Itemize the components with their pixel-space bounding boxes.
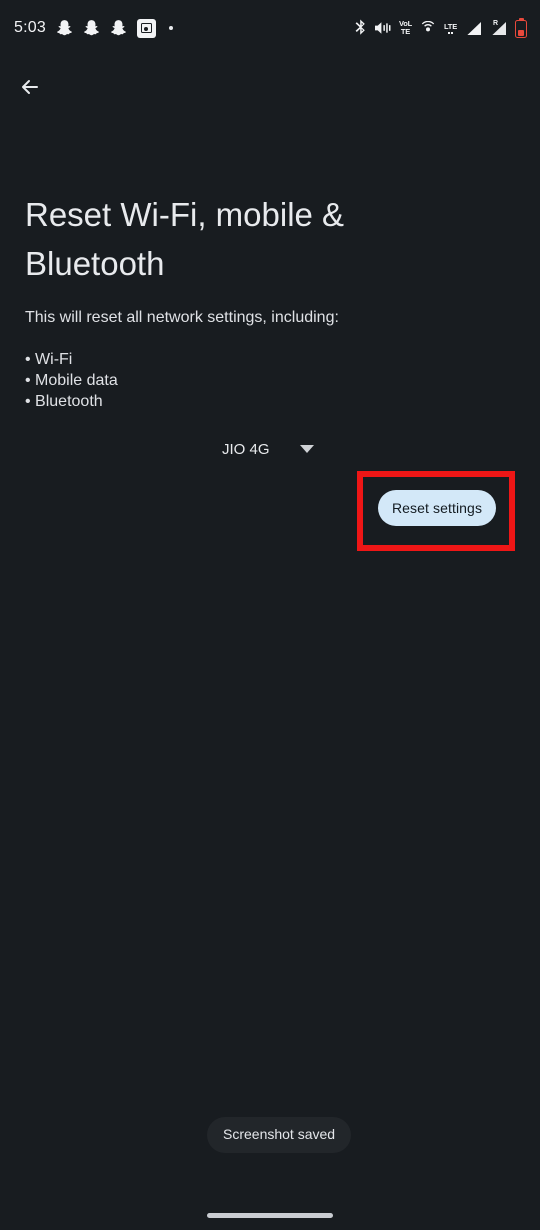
screenshot-icon-inner	[140, 23, 152, 33]
snapchat-icon	[110, 19, 127, 38]
reset-settings-button[interactable]: Reset settings	[378, 490, 496, 526]
chevron-down-icon	[299, 445, 314, 453]
roaming-signal-icon: R	[490, 20, 507, 36]
hotspot-icon	[420, 21, 436, 35]
snapchat-icon	[83, 19, 100, 38]
status-bar: 5:03 VoL TE LTE R	[0, 0, 540, 56]
lte-signal-dots	[447, 31, 454, 34]
back-button[interactable]	[8, 65, 52, 109]
status-clock: 5:03	[14, 19, 46, 36]
sim-selector-dropdown[interactable]: JIO 4G	[222, 435, 314, 463]
status-bar-left: 5:03	[14, 0, 173, 56]
phone-screen: 5:03 VoL TE LTE R Reset Wi-Fi, mobile & …	[0, 0, 540, 1230]
signal-bars-icon	[465, 21, 482, 36]
page-title: Reset Wi-Fi, mobile & Bluetooth	[25, 196, 345, 283]
status-bar-right: VoL TE LTE R	[354, 0, 527, 56]
bluetooth-icon	[354, 19, 367, 37]
gesture-nav-pill[interactable]	[207, 1213, 333, 1218]
battery-icon	[515, 18, 527, 38]
toast-message: Screenshot saved	[207, 1117, 352, 1153]
vibrate-icon	[374, 21, 391, 35]
screenshot-icon	[136, 18, 156, 38]
battery-fill	[517, 29, 525, 36]
list-item: • Mobile data	[25, 372, 118, 389]
list-item: • Wi-Fi	[25, 351, 73, 368]
list-item: • Bluetooth	[25, 393, 103, 410]
lte-signal-icon: LTE	[444, 22, 457, 34]
snapchat-icon	[56, 19, 73, 38]
arrow-left-icon	[22, 80, 38, 94]
sim-selector-label: JIO 4G	[222, 440, 270, 458]
reset-items-list: • Wi-Fi • Mobile data • Bluetooth	[25, 349, 118, 412]
reset-description: This will reset all network settings, in…	[25, 309, 339, 326]
volte-icon: VoL TE	[398, 19, 412, 36]
notification-overflow-dot	[168, 26, 173, 30]
